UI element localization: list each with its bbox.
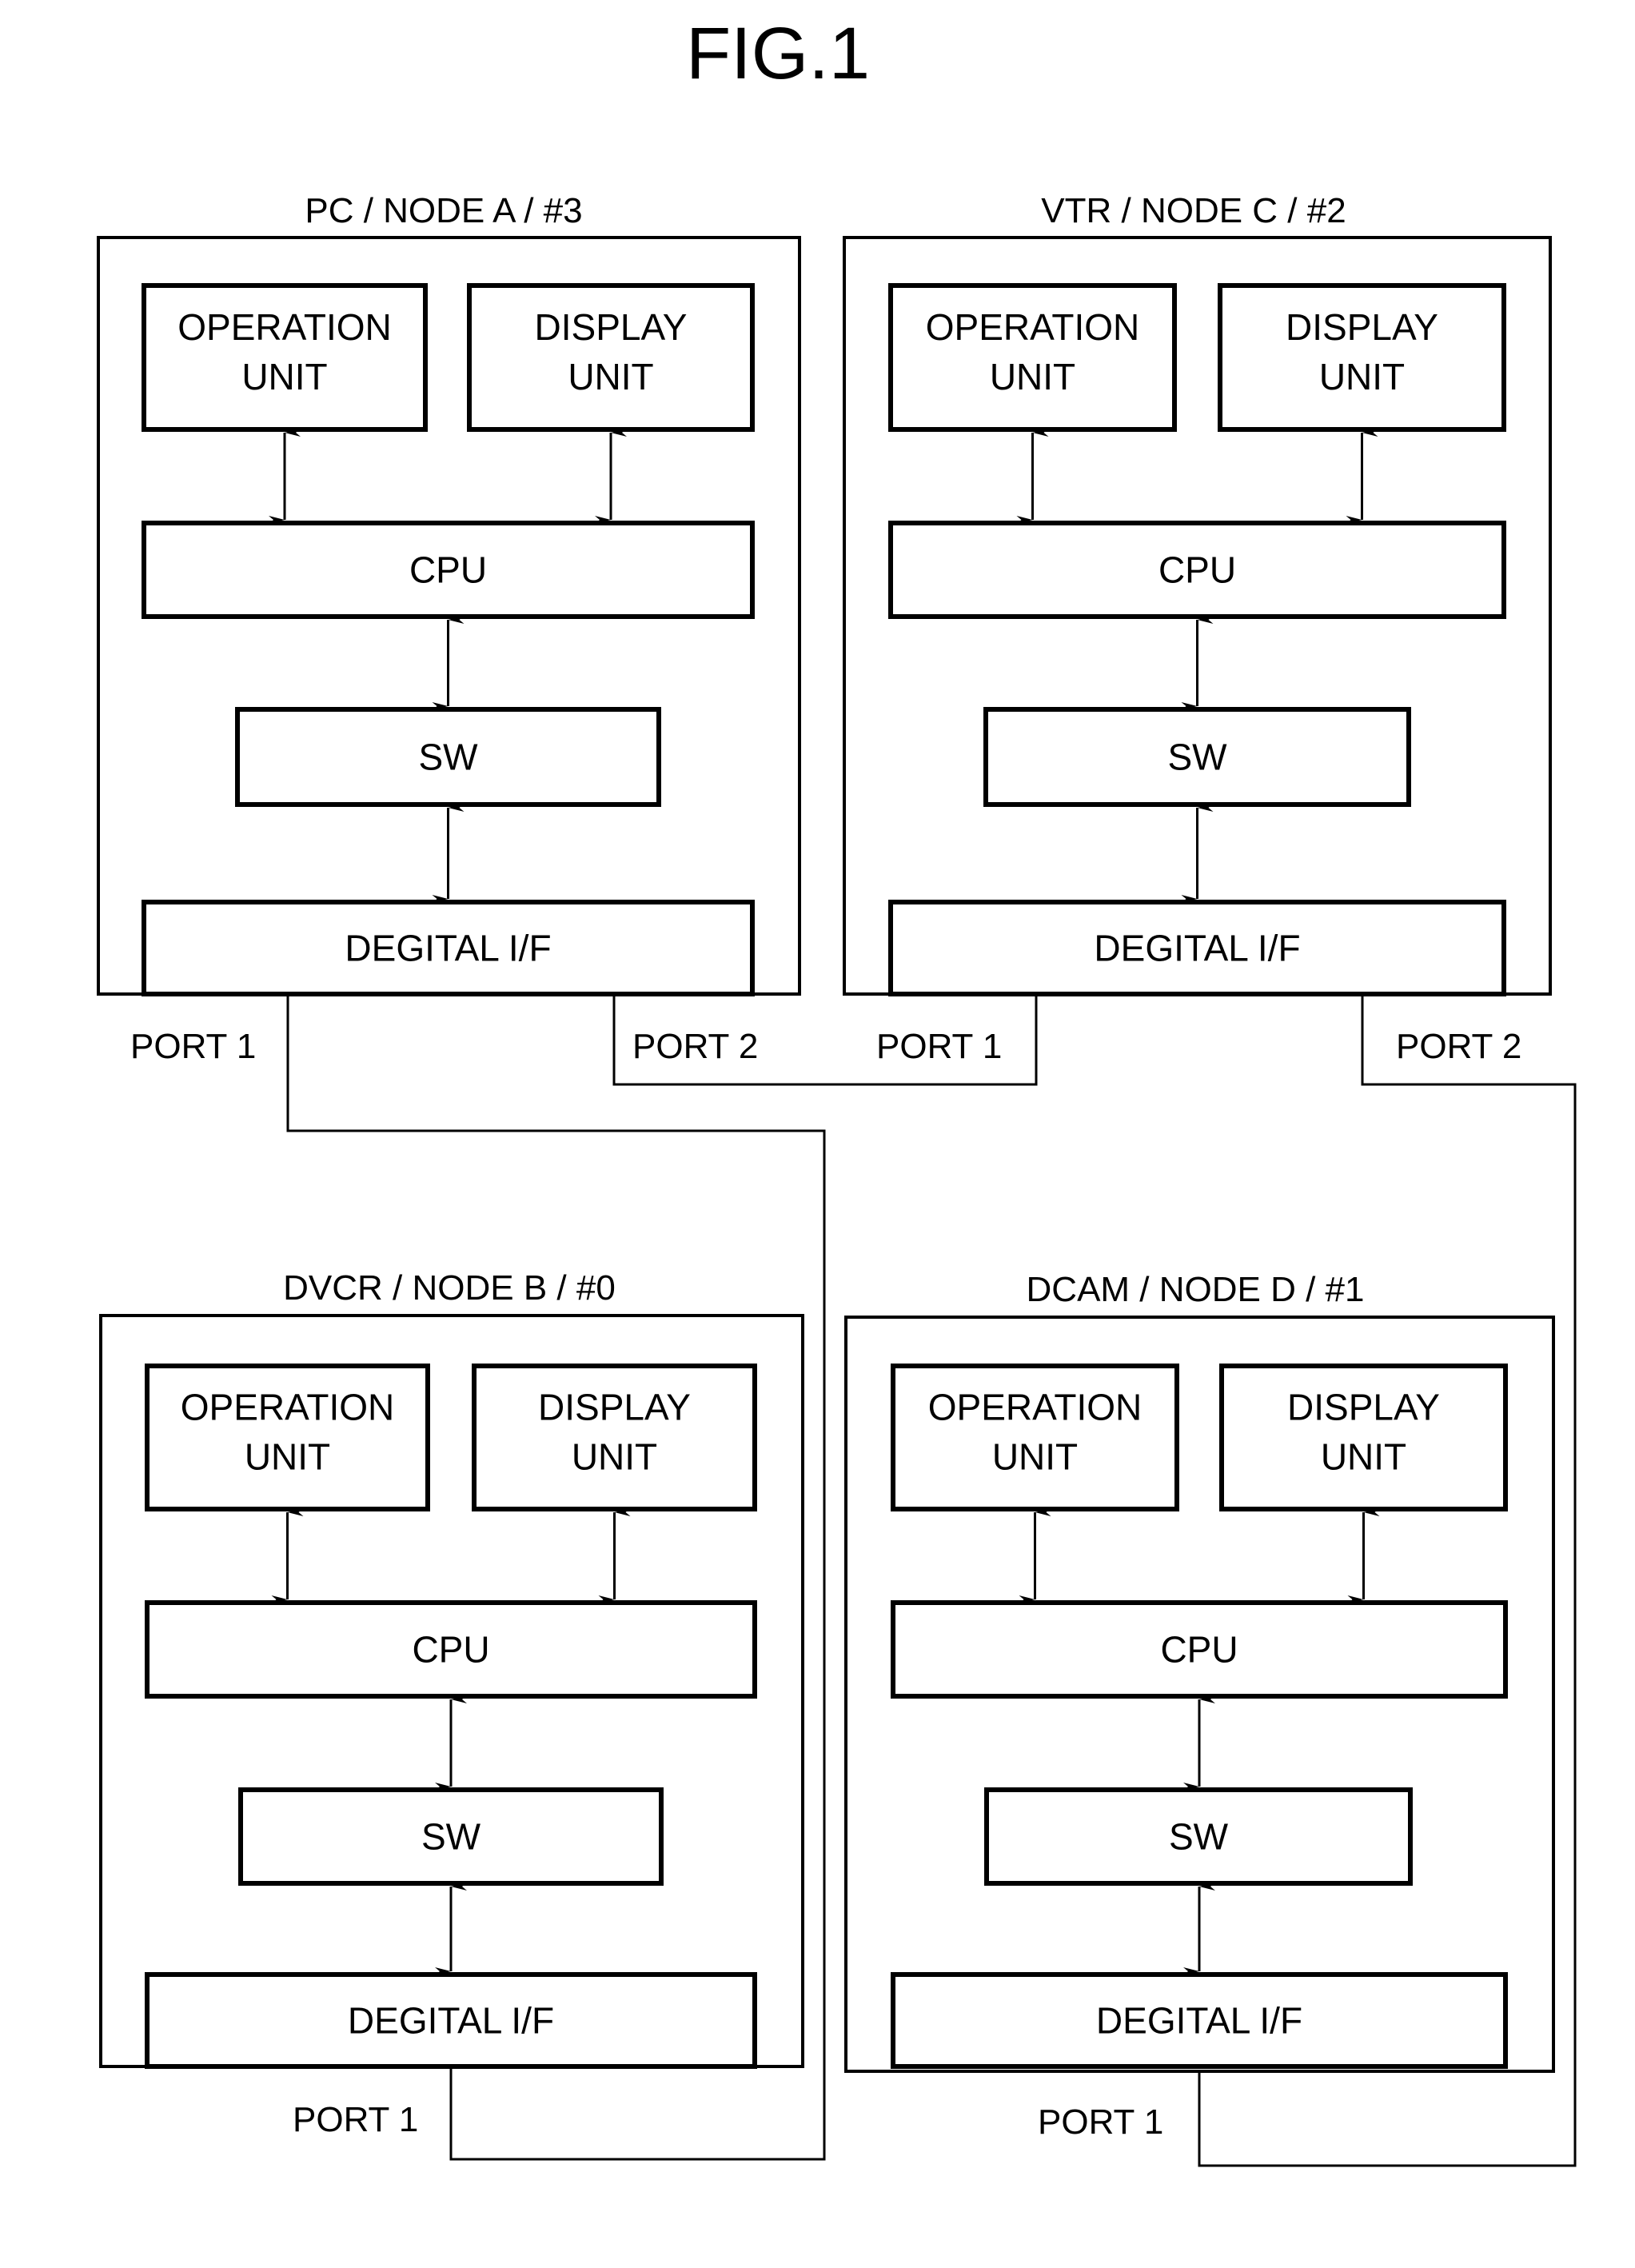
display-unit-block-label-line: DISPLAY: [1287, 1387, 1440, 1428]
node-label: DCAM / NODE D / #1: [1027, 1270, 1365, 1309]
port-label: PORT 1: [1038, 2102, 1163, 2142]
cpu-block: CPU: [142, 521, 755, 619]
cpu-block-label: CPU: [412, 1629, 489, 1671]
digital-interface-block: DEGITAL I/F: [145, 1972, 757, 2069]
display-unit-block-label-line: DISPLAY: [538, 1387, 691, 1428]
digital-interface-block-label: DEGITAL I/F: [1096, 2000, 1302, 2042]
network-diagram: FIG.1 PC / NODE A / #3OPERATIONUNITDISPL…: [97, 13, 1577, 2167]
digital-interface-block-label: DEGITAL I/F: [345, 928, 551, 969]
display-unit-block-label-line: UNIT: [572, 1436, 657, 1478]
switch-block: SW: [238, 1787, 664, 1886]
port-label: PORT 2: [1396, 1027, 1521, 1066]
digital-interface-block: DEGITAL I/F: [891, 1972, 1508, 2069]
operation-unit-block: OPERATION UNIT: [888, 283, 1177, 432]
operation-unit-block: OPERATION UNIT: [145, 1364, 430, 1511]
cpu-block: CPU: [145, 1600, 757, 1699]
node-b: DVCR / NODE B / #0 OPERATION UNIT DISPLAY UN…: [99, 1268, 804, 2069]
switch-block-label: SW: [1169, 1816, 1229, 1858]
digital-interface-block: DEGITAL I/F: [888, 900, 1506, 996]
switch-block: SW: [984, 1787, 1413, 1886]
cpu-block-label: CPU: [409, 549, 487, 591]
node-a: PC / NODE A / #3 OPERATION UNIT DISPLAY UNIT…: [97, 191, 801, 996]
display-unit-block-label-line: UNIT: [1319, 356, 1405, 397]
operation-unit-block-label-line: OPERATION: [177, 306, 392, 348]
digital-interface-block-label: DEGITAL I/F: [348, 2000, 554, 2042]
operation-unit-block-label-line: UNIT: [241, 356, 327, 397]
display-unit-block: DISPLAY UNIT: [472, 1364, 757, 1511]
cpu-block: CPU: [888, 521, 1506, 619]
display-unit-block-label-line: UNIT: [568, 356, 653, 397]
cpu-block-label: CPU: [1158, 549, 1236, 591]
cpu-block-label: CPU: [1160, 1629, 1238, 1671]
display-unit-block: DISPLAY UNIT: [1219, 1364, 1508, 1511]
operation-unit-block-label-line: UNIT: [990, 356, 1075, 397]
node-label: PC / NODE A / #3: [305, 191, 582, 230]
switch-block-label: SW: [1167, 737, 1227, 778]
node-label: VTR / NODE C / #2: [1041, 191, 1346, 230]
display-unit-block-label-line: UNIT: [1321, 1436, 1406, 1478]
cpu-block: CPU: [891, 1600, 1508, 1699]
display-unit-block: DISPLAY UNIT: [1218, 283, 1506, 432]
digital-interface-block-label: DEGITAL I/F: [1094, 928, 1300, 969]
display-unit-block-label-line: DISPLAY: [1286, 306, 1438, 348]
operation-unit-block-label-line: OPERATION: [928, 1387, 1143, 1428]
operation-unit-block: OPERATION UNIT: [891, 1364, 1179, 1511]
operation-unit-block: OPERATION UNIT: [142, 283, 428, 432]
port-label: PORT 1: [130, 1027, 256, 1066]
port-label: PORT 1: [876, 1027, 1002, 1066]
node-label: DVCR / NODE B / #0: [283, 1268, 616, 1308]
port-label: PORT 1: [293, 2100, 418, 2139]
switch-block-label: SW: [418, 737, 478, 778]
switch-block-label: SW: [421, 1816, 481, 1858]
figure-title: FIG.1: [686, 13, 870, 94]
digital-interface-block: DEGITAL I/F: [142, 900, 755, 996]
switch-block: SW: [983, 707, 1411, 807]
operation-unit-block-label-line: UNIT: [992, 1436, 1078, 1478]
switch-block: SW: [235, 707, 661, 807]
port-label: PORT 2: [632, 1027, 758, 1066]
node-c: VTR / NODE C / #2 OPERATION UNIT DISPLAY UNI…: [843, 191, 1552, 996]
operation-unit-block-label-line: OPERATION: [926, 306, 1140, 348]
node-d: DCAM / NODE D / #1 OPERATION UNIT DISPLAY UN…: [844, 1270, 1555, 2073]
display-unit-block: DISPLAY UNIT: [467, 283, 755, 432]
operation-unit-block-label-line: UNIT: [245, 1436, 330, 1478]
display-unit-block-label-line: DISPLAY: [535, 306, 688, 348]
operation-unit-block-label-line: OPERATION: [181, 1387, 395, 1428]
